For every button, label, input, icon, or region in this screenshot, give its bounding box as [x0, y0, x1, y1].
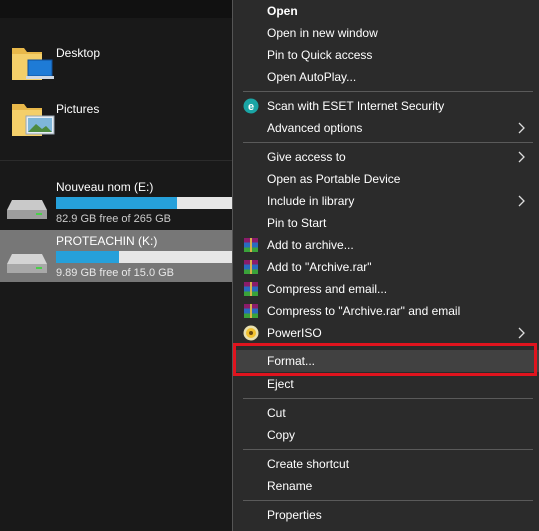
drive-k[interactable]: PROTEACHIN (K:) 9.89 GB free of 15.0 GB [0, 230, 232, 282]
folder-pictures[interactable]: Pictures [8, 96, 232, 146]
top-strip [0, 0, 232, 18]
menu-item-label: PowerISO [267, 326, 322, 340]
menu-item-pin-start[interactable]: Pin to Start [233, 212, 539, 234]
menu-item-label: Compress and email... [267, 282, 388, 296]
drive-name: PROTEACHIN (K:) [56, 234, 158, 248]
menu-item-label: Pin to Quick access [267, 48, 373, 62]
winrar-icon [244, 282, 258, 296]
desktop-folder-icon [12, 48, 54, 80]
menu-separator [243, 142, 533, 143]
menu-separator [243, 449, 533, 450]
chevron-right-icon [518, 151, 525, 163]
menu-item-label: Eject [267, 377, 294, 391]
menu-item-open-autoplay[interactable]: Open AutoPlay... [233, 66, 539, 88]
menu-item-label: Cut [267, 406, 286, 420]
menu-item-format[interactable]: Format... [233, 350, 539, 372]
menu-item-open-new-window[interactable]: Open in new window [233, 22, 539, 44]
menu-item-scan-eset[interactable]: e Scan with ESET Internet Security [233, 95, 539, 117]
menu-item-poweriso[interactable]: PowerISO [233, 322, 539, 344]
drive-icon [7, 254, 47, 273]
menu-item-add-archive-rar[interactable]: Add to "Archive.rar" [233, 256, 539, 278]
drive-free-space: 9.89 GB free of 15.0 GB [56, 267, 175, 279]
menu-item-add-archive[interactable]: Add to archive... [233, 234, 539, 256]
drive-usage-bar [56, 251, 232, 263]
menu-item-label: Open as Portable Device [267, 172, 401, 186]
menu-item-label: Open AutoPlay... [267, 70, 357, 84]
drive-name: Nouveau nom (E:) [56, 180, 154, 194]
menu-item-label: Rename [267, 479, 313, 493]
menu-item-pin-quick-access[interactable]: Pin to Quick access [233, 44, 539, 66]
menu-item-open[interactable]: Open [233, 0, 539, 22]
menu-item-label: Add to archive... [267, 238, 354, 252]
menu-item-label: Pin to Start [267, 216, 327, 230]
menu-item-label: Open [267, 4, 298, 18]
poweriso-icon [243, 325, 259, 341]
drive-icon [7, 200, 47, 219]
menu-item-label: Advanced options [267, 121, 363, 135]
menu-item-rename[interactable]: Rename [233, 475, 539, 497]
menu-separator [243, 345, 533, 346]
menu-item-copy[interactable]: Copy [233, 424, 539, 446]
menu-item-cut[interactable]: Cut [233, 402, 539, 424]
winrar-icon [244, 260, 258, 274]
pictures-folder-icon [12, 104, 55, 136]
drive-usage-fill [56, 197, 178, 209]
drive-usage-bar [56, 197, 232, 209]
menu-item-label: Create shortcut [267, 457, 350, 471]
chevron-right-icon [518, 122, 525, 134]
folder-label: Desktop [56, 46, 101, 60]
menu-item-compress-email[interactable]: Compress and email... [233, 278, 539, 300]
menu-item-label: Copy [267, 428, 296, 442]
menu-separator [243, 91, 533, 92]
folder-desktop[interactable]: Desktop [8, 40, 232, 90]
svg-text:e: e [248, 101, 254, 113]
menu-separator [243, 500, 533, 501]
menu-item-label: Include in library [267, 194, 355, 208]
menu-item-label: Open in new window [267, 26, 378, 40]
menu-item-create-shortcut[interactable]: Create shortcut [233, 453, 539, 475]
folder-label: Pictures [56, 102, 100, 116]
menu-item-give-access[interactable]: Give access to [233, 146, 539, 168]
menu-item-include-library[interactable]: Include in library [233, 190, 539, 212]
menu-item-label: Properties [267, 508, 322, 522]
menu-item-label: Compress to "Archive.rar" and email [267, 304, 461, 318]
chevron-right-icon [518, 327, 525, 339]
drive-e[interactable]: Nouveau nom (E:) 82.9 GB free of 265 GB [0, 176, 232, 228]
section-divider [0, 160, 232, 161]
context-menu: Open Open in new window Pin to Quick acc… [232, 0, 539, 531]
menu-item-properties[interactable]: Properties [233, 504, 539, 526]
eset-icon: e [243, 98, 259, 114]
menu-item-open-portable[interactable]: Open as Portable Device [233, 168, 539, 190]
menu-item-label: Add to "Archive.rar" [267, 260, 372, 274]
drive-free-space: 82.9 GB free of 265 GB [56, 213, 171, 225]
menu-item-label: Scan with ESET Internet Security [267, 99, 445, 113]
menu-item-label: Give access to [267, 150, 346, 164]
menu-item-label: Format... [267, 354, 316, 368]
winrar-icon [244, 238, 258, 252]
menu-item-eject[interactable]: Eject [233, 373, 539, 395]
chevron-right-icon [518, 195, 525, 207]
menu-separator [243, 398, 533, 399]
menu-item-advanced-options[interactable]: Advanced options [233, 117, 539, 139]
drive-usage-fill [56, 251, 120, 263]
menu-item-compress-rar-email[interactable]: Compress to "Archive.rar" and email [233, 300, 539, 322]
winrar-icon [244, 304, 258, 318]
